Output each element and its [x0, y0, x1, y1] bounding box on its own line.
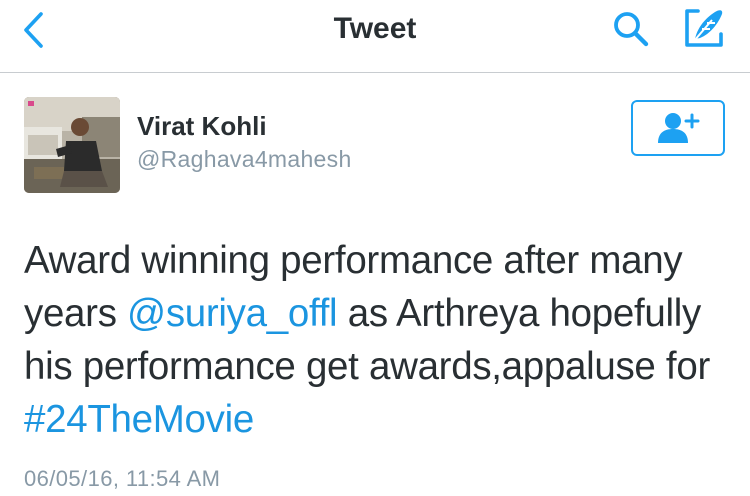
- chevron-left-icon: [24, 12, 43, 48]
- mention-link[interactable]: @suriya_offl: [127, 292, 338, 335]
- search-button[interactable]: [608, 6, 654, 52]
- tweet-line: Award winning performance after many: [24, 239, 683, 282]
- tweet-text-segment: as Arthreya hopefully: [337, 292, 702, 335]
- tweet-text-segment: years: [24, 292, 128, 335]
- tweet-line: #24TheMovie: [24, 393, 736, 446]
- search-icon: [614, 12, 649, 47]
- compose-button[interactable]: [680, 4, 728, 52]
- back-button[interactable]: [16, 10, 50, 50]
- author-display-name[interactable]: Virat Kohli: [137, 111, 267, 142]
- tweet-text: Award winning performance after many yea…: [24, 234, 736, 446]
- compose-tweet-icon: [685, 9, 723, 47]
- tweet-timestamp: 06/05/16, 11:54 AM: [24, 466, 221, 491]
- tweet-line: his performance get awards,appaluse for: [24, 345, 710, 388]
- navigation-bar: Tweet: [0, 0, 750, 73]
- hashtag-link[interactable]: #24TheMovie: [24, 398, 254, 441]
- avatar[interactable]: [24, 97, 120, 193]
- author-handle[interactable]: @Raghava4mahesh: [137, 146, 352, 173]
- add-user-icon: [658, 113, 700, 143]
- profile-photo: [24, 97, 120, 193]
- follow-button[interactable]: [631, 100, 725, 156]
- tweet-line: years @suriya_offl as Arthreya hopefully: [24, 287, 736, 340]
